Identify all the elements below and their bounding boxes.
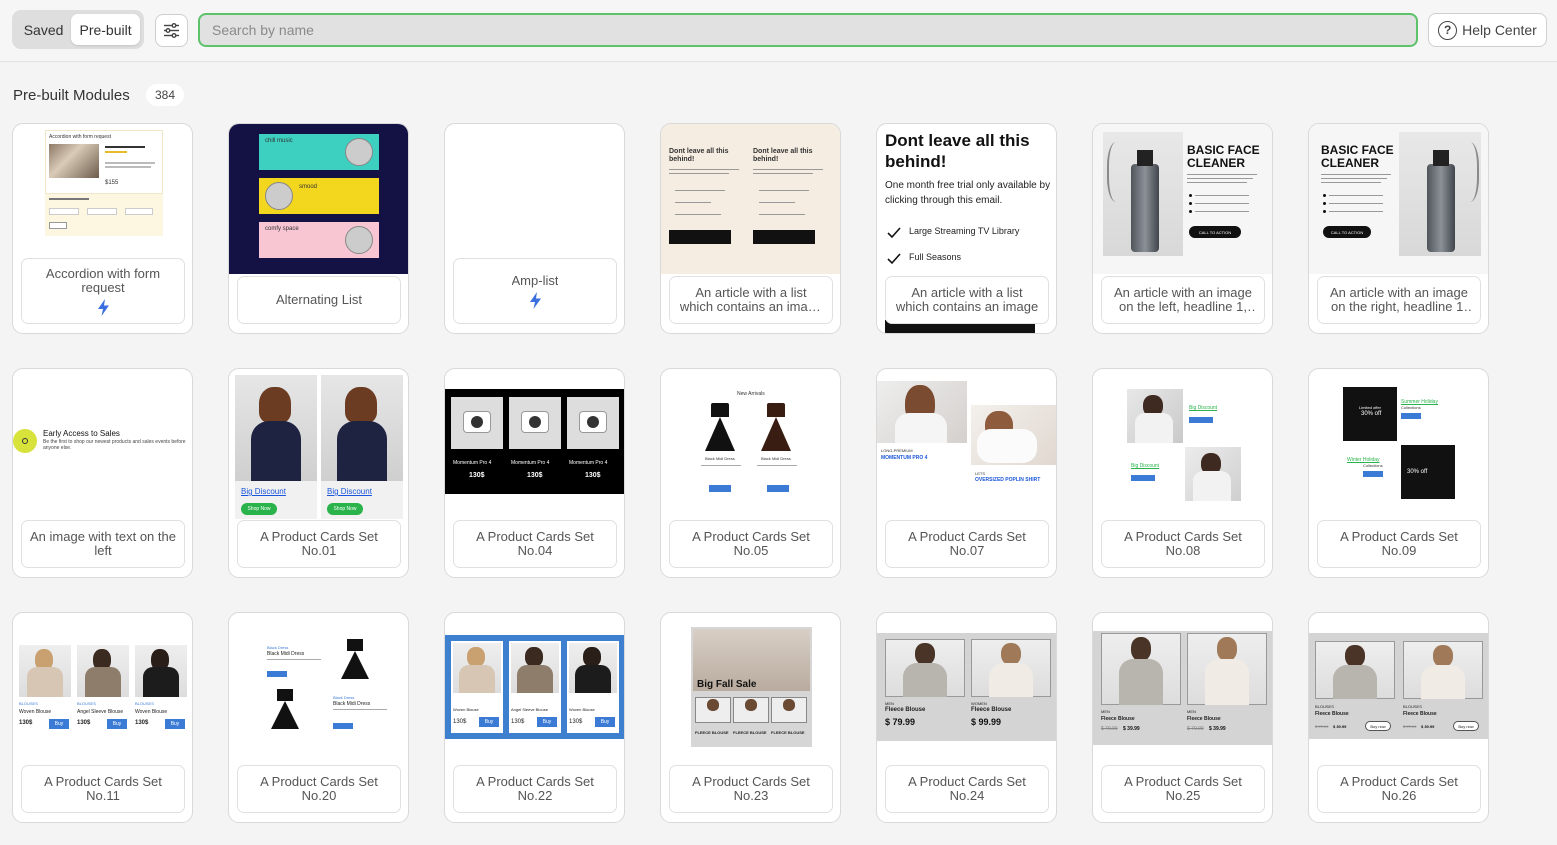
module-card[interactable]: BASIC FACE CLEANER CALL TO ACTION An art… (1092, 123, 1273, 334)
amp-lightning-icon (529, 291, 541, 309)
module-thumbnail: LONG-PREMIUM MOMENTUM PRO 4 LETS OVERSIZ… (877, 369, 1056, 519)
module-thumbnail: BLOUSES BLOUSES BLOUSES Woven Blouse Ang… (13, 613, 192, 763)
section-title: Pre-built Modules (13, 87, 130, 104)
module-label: A Product Cards Set No.23 (669, 765, 833, 813)
module-thumbnail: MEN WOMEN Fleece Blouse Fleece Blouse $ … (877, 613, 1056, 763)
module-thumbnail (445, 124, 624, 274)
module-label: An article with an image on the left, he… (1101, 276, 1265, 324)
library-toggle: Saved Pre-built (12, 10, 144, 49)
module-card[interactable]: chill music smood comfy space Alternatin… (228, 123, 409, 334)
module-card[interactable]: Limited offer 30% off Summer Holiday Col… (1308, 368, 1489, 578)
module-card[interactable]: MEN WOMEN Fleece Blouse Fleece Blouse $ … (876, 612, 1057, 823)
module-thumbnail: Black Dress Black Midi Dress Black Dress… (229, 613, 408, 763)
module-label: An article with a list which contains an… (885, 276, 1049, 324)
module-thumbnail: Accordion with form request $155 (13, 124, 192, 274)
module-card[interactable]: Big Fall Sale FLEECE BLOUSE FLEECE BLOUS… (660, 612, 841, 823)
module-label: A Product Cards Set No.01 (237, 520, 401, 568)
module-card[interactable]: New Arrivals Black Midi Dress Black Midi… (660, 368, 841, 578)
module-label: A Product Cards Set No.08 (1101, 520, 1265, 568)
module-label: A Product Cards Set No.25 (1101, 765, 1265, 813)
module-card[interactable]: Momentum Pro 4 Momentum Pro 4 Momentum P… (444, 368, 625, 578)
module-thumbnail: New Arrivals Black Midi Dress Black Midi… (661, 369, 840, 519)
module-card[interactable]: MEN MEN Fleece Blouse Fleece Blouse $ 79… (1092, 612, 1273, 823)
module-label: An article with an image on the right, h… (1317, 276, 1481, 324)
tab-saved[interactable]: Saved (16, 14, 71, 45)
module-card[interactable]: Early Access to Sales Be the first to sh… (12, 368, 193, 578)
module-label: An article with a list which contains an… (669, 276, 833, 324)
amp-lightning-icon (97, 298, 109, 316)
module-card[interactable]: Amp-list (444, 123, 625, 334)
module-label: Alternating List (237, 276, 401, 324)
module-card[interactable]: LONG-PREMIUM MOMENTUM PRO 4 LETS OVERSIZ… (876, 368, 1057, 578)
module-thumbnail: Early Access to Sales Be the first to sh… (13, 369, 192, 519)
sliders-icon (164, 23, 179, 38)
module-label: A Product Cards Set No.26 (1317, 765, 1481, 813)
module-thumbnail: BASIC FACE CLEANER CALL TO ACTION (1309, 124, 1488, 274)
module-label: A Product Cards Set No.09 (1317, 520, 1481, 568)
module-thumbnail: Momentum Pro 4 Momentum Pro 4 Momentum P… (445, 369, 624, 519)
module-label: A Product Cards Set No.20 (237, 765, 401, 813)
tab-pre-built[interactable]: Pre-built (71, 14, 140, 45)
module-card[interactable]: Big Discount Shop Now Big Discount Shop … (228, 368, 409, 578)
top-bar: Saved Pre-built ? Help Center (0, 0, 1557, 62)
module-thumbnail: Woven Blouse Angel Sleeve Blouse Woven B… (445, 613, 624, 763)
module-card[interactable]: BASIC FACE CLEANER CALL TO ACTION An art… (1308, 123, 1489, 334)
module-thumbnail: BLOUSES BLOUSES Fleece Blouse Fleece Blo… (1309, 613, 1488, 763)
module-card[interactable]: BLOUSES BLOUSES BLOUSES Woven Blouse Ang… (12, 612, 193, 823)
check-icon (887, 227, 901, 239)
module-label: Accordion with form request (21, 258, 185, 324)
module-card[interactable]: Big Discount Big Discount A Product Card… (1092, 368, 1273, 578)
filter-button[interactable] (155, 14, 188, 47)
module-thumbnail: Dont leave all this behind! Dont leave a… (661, 124, 840, 274)
module-thumbnail: Big Discount Big Discount (1093, 369, 1272, 519)
module-label: A Product Cards Set No.22 (453, 765, 617, 813)
module-thumbnail: Big Discount Shop Now Big Discount Shop … (229, 369, 408, 519)
module-label: A Product Cards Set No.24 (885, 765, 1049, 813)
module-card[interactable]: Dont leave all this behind! One month fr… (876, 123, 1057, 334)
question-circle-icon: ? (1438, 20, 1458, 40)
check-icon (887, 253, 901, 265)
module-card[interactable]: BLOUSES BLOUSES Fleece Blouse Fleece Blo… (1308, 612, 1489, 823)
module-card[interactable]: Black Dress Black Midi Dress Black Dress… (228, 612, 409, 823)
module-thumbnail: BASIC FACE CLEANER CALL TO ACTION (1093, 124, 1272, 274)
help-center-button[interactable]: ? Help Center (1428, 13, 1547, 47)
module-label: An image with text on the left (21, 520, 185, 568)
module-card[interactable]: Woven Blouse Angel Sleeve Blouse Woven B… (444, 612, 625, 823)
module-thumbnail: MEN MEN Fleece Blouse Fleece Blouse $ 79… (1093, 613, 1272, 763)
module-thumbnail: chill music smood comfy space (229, 124, 408, 274)
module-label: Amp-list (453, 258, 617, 324)
module-count-badge: 384 (146, 84, 185, 106)
module-thumbnail: Big Fall Sale FLEECE BLOUSE FLEECE BLOUS… (661, 613, 840, 763)
search-input[interactable] (198, 13, 1418, 47)
module-label: A Product Cards Set No.05 (669, 520, 833, 568)
help-center-label: Help Center (1462, 22, 1537, 38)
module-card[interactable]: Dont leave all this behind! Dont leave a… (660, 123, 841, 334)
module-thumbnail: Limited offer 30% off Summer Holiday Col… (1309, 369, 1488, 519)
module-card[interactable]: Accordion with form request $155 Accordi… (12, 123, 193, 334)
module-label: A Product Cards Set No.04 (453, 520, 617, 568)
module-label: A Product Cards Set No.11 (21, 765, 185, 813)
module-label: A Product Cards Set No.07 (885, 520, 1049, 568)
